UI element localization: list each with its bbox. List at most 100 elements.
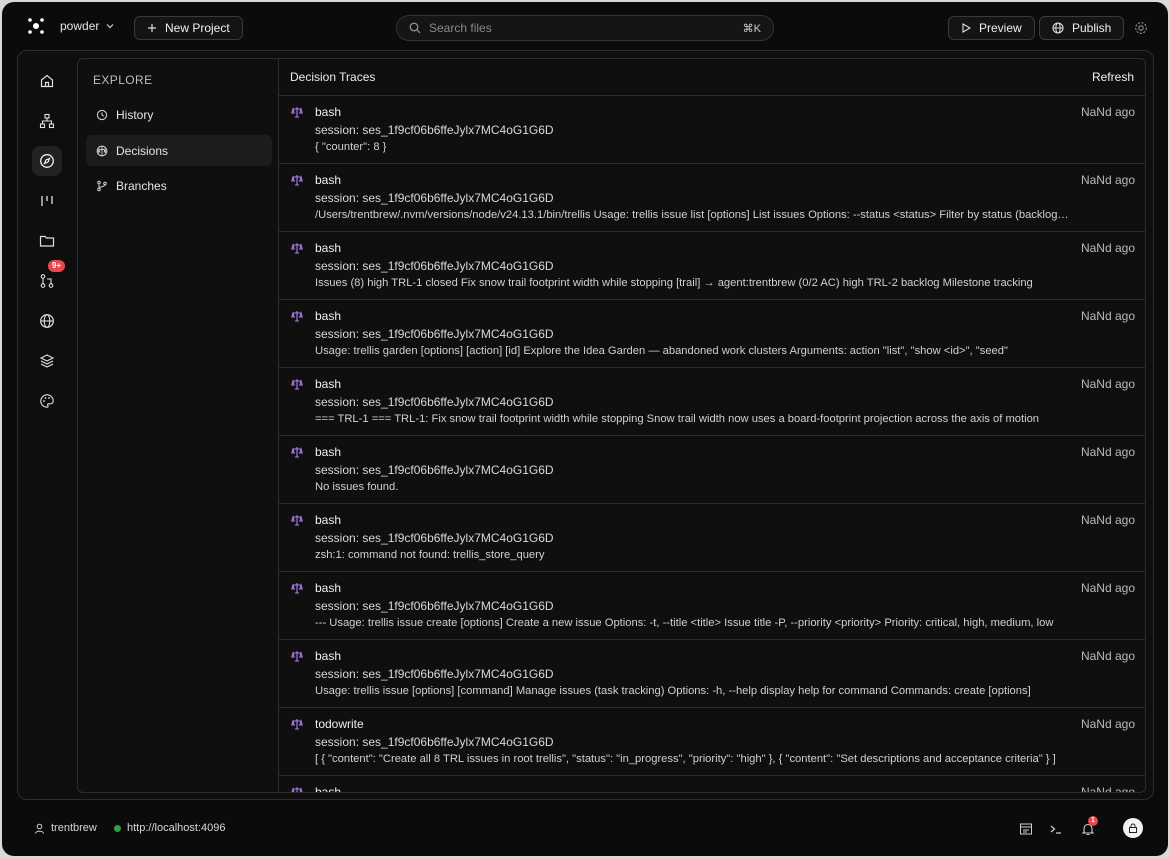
scale-icon <box>291 447 303 458</box>
chevron-down-icon <box>106 24 114 29</box>
globe-icon <box>1052 22 1064 34</box>
top-bar: powder New Project ⌘K Preview Publish <box>2 2 1168 50</box>
trace-row[interactable]: bash session: ses_1f9cf06b6ffeJylx7MC4oG1… <box>279 96 1145 164</box>
panel-title: Decision Traces <box>290 70 376 84</box>
trace-session: session: ses_1f9cf06b6ffeJylx7MC4oG1G6D <box>315 123 554 137</box>
rail-pull-requests[interactable]: 9+ <box>32 260 66 296</box>
app-window: powder New Project ⌘K Preview Publish <box>2 2 1168 856</box>
rail-sitemap[interactable] <box>32 106 62 136</box>
project-switcher[interactable]: powder <box>60 19 115 33</box>
refresh-button[interactable]: Refresh <box>1092 70 1134 84</box>
rail-files[interactable] <box>32 226 62 256</box>
app-logo-icon[interactable] <box>26 16 46 36</box>
trace-tool: bash <box>315 377 342 391</box>
folder-icon <box>39 235 55 247</box>
explore-sidebar: EXPLORE History Decisions Branches <box>78 59 279 792</box>
server-status-dot <box>114 824 121 832</box>
trace-tool: bash <box>315 445 342 459</box>
lock-icon <box>1129 823 1137 833</box>
trace-row[interactable]: bash session: ses_1f9cf06b6ffeJylx7MC4oG1… <box>279 436 1145 504</box>
trace-row[interactable]: bash session: ses_1f9cf06b6ffeJylx7MC4oG1… <box>279 232 1145 300</box>
trace-row[interactable]: bash session: ses_1f9cf06b6ffeJylx7MC4oG1… <box>279 504 1145 572</box>
sidebar-item-decisions[interactable]: Decisions <box>86 135 272 166</box>
trace-timestamp: NaNd ago <box>1080 105 1135 119</box>
trace-output: { "counter": 8 } <box>315 141 387 153</box>
rail-globe[interactable] <box>32 306 62 336</box>
scale-icon <box>291 379 303 390</box>
trace-output: Usage: trellis issue [options] [command]… <box>315 685 1031 697</box>
publish-button[interactable]: Publish <box>1039 16 1125 40</box>
play-icon <box>962 23 971 33</box>
scale-icon <box>291 107 303 118</box>
user-indicator[interactable]: trentbrew <box>34 822 97 834</box>
trace-output: zsh:1: command not found: trellis_store_… <box>315 549 545 561</box>
trace-row[interactable]: bash session: ses_1f9cf06b6ffeJylx7MC4oG1… <box>279 572 1145 640</box>
server-url: http://localhost:4096 <box>127 822 226 834</box>
publish-label: Publish <box>1072 21 1112 35</box>
trace-output: === TRL-1 === TRL-1: Fix snow trail foot… <box>315 413 1040 425</box>
gear-icon[interactable] <box>1134 21 1148 35</box>
preview-button[interactable]: Preview <box>948 16 1035 40</box>
project-name: powder <box>60 19 100 33</box>
scale-icon <box>291 651 303 662</box>
plus-icon <box>148 24 156 32</box>
trace-tool: bash <box>315 105 342 119</box>
explore-title: EXPLORE <box>93 73 153 87</box>
sidebar-item-history[interactable]: History <box>86 99 272 130</box>
layout-panel-icon <box>1020 823 1032 835</box>
rail-explore[interactable] <box>32 146 62 176</box>
trace-timestamp: NaNd ago <box>1080 649 1135 663</box>
rail-home[interactable] <box>32 66 62 96</box>
scale-icon <box>291 243 303 254</box>
scale-icon <box>291 719 303 730</box>
trace-row[interactable]: bash session: ses_1f9cf06b6ffeJylx7MC4oG1… <box>279 164 1145 232</box>
trace-row[interactable]: bash session: ses_1f9cf06b6ffeJylx7MC4oG1… <box>279 300 1145 368</box>
sidebar-item-branches[interactable]: Branches <box>86 170 272 201</box>
content-area: EXPLORE History Decisions Branches Decis… <box>77 58 1146 793</box>
trace-tool: bash <box>315 581 342 595</box>
trace-session: session: ses_1f9cf06b6ffeJylx7MC4oG1G6D <box>315 599 554 613</box>
globe-icon <box>40 314 54 328</box>
search-input[interactable] <box>429 21 735 35</box>
scale-icon <box>291 515 303 526</box>
scale-icon <box>291 583 303 594</box>
trace-list[interactable]: bash session: ses_1f9cf06b6ffeJylx7MC4oG1… <box>279 96 1145 792</box>
trace-row[interactable]: bash NaNd ago <box>279 776 1145 792</box>
trace-tool: bash <box>315 785 342 792</box>
trace-session: session: ses_1f9cf06b6ffeJylx7MC4oG1G6D <box>315 531 554 545</box>
trace-row[interactable]: bash session: ses_1f9cf06b6ffeJylx7MC4oG1… <box>279 368 1145 436</box>
panel-toggle-button[interactable] <box>1018 821 1034 837</box>
new-project-button[interactable]: New Project <box>134 16 243 40</box>
history-icon <box>96 109 108 120</box>
notification-badge: 1 <box>1088 816 1098 826</box>
trace-row[interactable]: bash session: ses_1f9cf06b6ffeJylx7MC4oG1… <box>279 640 1145 708</box>
rail-theme[interactable] <box>32 386 62 416</box>
trace-output: /Users/trentbrew/.nvm/versions/node/v24.… <box>315 209 1069 221</box>
scale-icon <box>96 145 108 156</box>
terminal-icon <box>1050 825 1061 834</box>
trace-session: session: ses_1f9cf06b6ffeJylx7MC4oG1G6D <box>315 327 554 341</box>
scale-icon <box>291 311 303 322</box>
trace-row[interactable]: todowrite session: ses_1f9cf06b6ffeJylx7M… <box>279 708 1145 776</box>
search-shortcut: ⌘K <box>742 22 761 35</box>
sidebar-item-label: History <box>116 107 154 122</box>
server-status[interactable]: http://localhost:4096 <box>114 822 225 834</box>
traces-header: Decision Traces Refresh <box>279 59 1145 96</box>
sidebar-item-label: Branches <box>116 178 167 193</box>
search-icon <box>409 22 421 34</box>
notifications-button[interactable]: 1 <box>1080 816 1098 837</box>
avatar[interactable] <box>1123 818 1143 838</box>
trace-timestamp: NaNd ago <box>1080 445 1135 459</box>
scale-icon <box>291 175 303 186</box>
trace-tool: bash <box>315 241 342 255</box>
scale-icon <box>291 787 303 792</box>
layers-icon <box>39 354 55 368</box>
rail-board[interactable] <box>32 186 62 216</box>
compass-icon <box>40 154 54 168</box>
git-branch-icon <box>97 180 107 191</box>
status-bar: trentbrew http://localhost:4096 1 <box>2 812 1168 848</box>
rail-layers[interactable] <box>32 346 62 376</box>
trace-tool: bash <box>315 649 342 663</box>
terminal-button[interactable] <box>1048 821 1064 837</box>
search-bar[interactable]: ⌘K <box>396 15 774 41</box>
